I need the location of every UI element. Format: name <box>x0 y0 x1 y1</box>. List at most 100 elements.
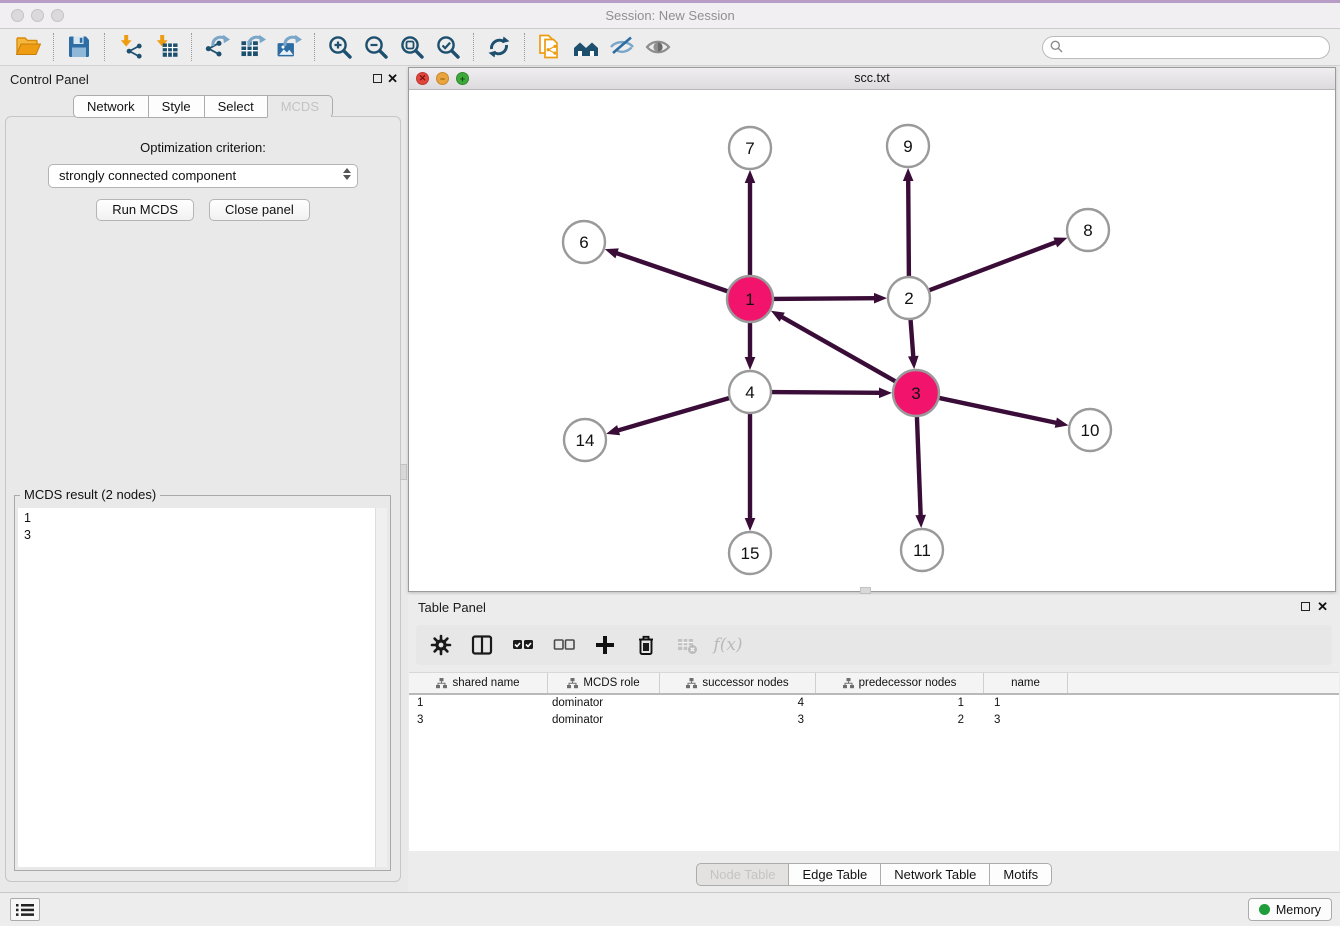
tab-network-table[interactable]: Network Table <box>880 863 990 886</box>
table-cell: 1 <box>816 695 984 712</box>
mcds-result-text: 1 3 <box>24 510 31 544</box>
toolbar-separator <box>53 33 54 61</box>
edge-arrowhead <box>1053 238 1067 248</box>
toolbar-separator <box>104 33 105 61</box>
tab-select[interactable]: Select <box>204 95 268 118</box>
graph-edge-4-14[interactable] <box>617 398 730 431</box>
graph-edge-2-9[interactable] <box>908 179 909 277</box>
node-label: 7 <box>745 139 754 158</box>
close-table-panel-icon[interactable]: ✕ <box>1317 599 1328 615</box>
duplicate-network-icon[interactable] <box>532 32 568 62</box>
mcds-result-textarea[interactable]: 1 3 <box>18 508 387 867</box>
graph-node-14[interactable]: 14 <box>564 419 606 461</box>
close-panel-button[interactable]: Close panel <box>209 199 310 221</box>
zoom-fit-icon[interactable] <box>394 32 430 62</box>
node-table: shared nameMCDS rolesuccessor nodesprede… <box>409 672 1339 851</box>
tab-mcds[interactable]: MCDS <box>267 95 333 118</box>
graph-node-6[interactable]: 6 <box>563 221 605 263</box>
column-type-icon <box>567 678 578 689</box>
toolbar-separator <box>191 33 192 61</box>
graph-node-9[interactable]: 9 <box>887 125 929 167</box>
column-header-name[interactable]: name <box>984 673 1068 693</box>
node-label: 4 <box>745 383 754 402</box>
table-cell: dominator <box>548 695 660 712</box>
table-row[interactable]: 3dominator323 <box>409 712 1339 729</box>
table-cell: 3 <box>984 712 1068 729</box>
float-table-panel-icon[interactable] <box>1301 602 1310 611</box>
horizontal-splitter-handle[interactable] <box>860 587 871 594</box>
zoom-selected-icon[interactable] <box>430 32 466 62</box>
neighbors-icon[interactable] <box>568 32 604 62</box>
export-image-icon[interactable] <box>271 32 307 62</box>
deselect-all-icon[interactable] <box>551 632 577 658</box>
graph-edge-1-6[interactable] <box>615 253 728 292</box>
import-table-icon[interactable] <box>148 32 184 62</box>
selected-option: strongly connected component <box>59 165 236 187</box>
tab-style[interactable]: Style <box>148 95 205 118</box>
edge-arrowhead <box>606 425 620 435</box>
tab-network[interactable]: Network <box>73 95 149 118</box>
zoom-in-icon[interactable] <box>322 32 358 62</box>
delete-column-icon[interactable] <box>633 632 659 658</box>
mcds-tab-content: Optimization criterion: strongly connect… <box>5 116 401 882</box>
column-header-mcds-role[interactable]: MCDS role <box>548 673 660 693</box>
graph-node-4[interactable]: 4 <box>729 371 771 413</box>
node-label: 14 <box>576 431 595 450</box>
column-header-shared-name[interactable]: shared name <box>409 673 548 693</box>
graph-node-11[interactable]: 11 <box>901 529 943 571</box>
tab-motifs[interactable]: Motifs <box>989 863 1052 886</box>
control-panel-header: Control Panel ✕ <box>0 67 406 93</box>
zoom-out-icon[interactable] <box>358 32 394 62</box>
float-panel-icon[interactable] <box>373 74 382 83</box>
search-input[interactable] <box>1042 36 1330 59</box>
refresh-layout-icon[interactable] <box>481 32 517 62</box>
result-scrollbar[interactable] <box>375 508 387 867</box>
graph-edge-3-1[interactable] <box>781 316 897 382</box>
run-mcds-button[interactable]: Run MCDS <box>96 199 194 221</box>
memory-button[interactable]: Memory <box>1248 898 1332 921</box>
save-session-icon[interactable] <box>61 32 97 62</box>
select-all-icon[interactable] <box>510 632 536 658</box>
main-toolbar-icons <box>10 32 676 62</box>
add-column-icon[interactable] <box>592 632 618 658</box>
graph-node-10[interactable]: 10 <box>1069 409 1111 451</box>
graph-edge-1-2[interactable] <box>773 298 876 299</box>
table-row[interactable]: 1dominator411 <box>409 695 1339 712</box>
import-network-icon[interactable] <box>112 32 148 62</box>
vertical-splitter-handle[interactable] <box>400 464 407 480</box>
column-type-icon <box>843 678 854 689</box>
show-all-icon[interactable] <box>640 32 676 62</box>
export-table-icon[interactable] <box>235 32 271 62</box>
column-type-icon <box>686 678 697 689</box>
optimization-criterion-label: Optimization criterion: <box>6 140 400 155</box>
graph-node-1[interactable]: 1 <box>727 276 773 322</box>
hide-selected-icon[interactable] <box>604 32 640 62</box>
close-panel-icon[interactable]: ✕ <box>387 71 398 87</box>
graph-edge-3-10[interactable] <box>939 398 1058 423</box>
graph-node-2[interactable]: 2 <box>888 277 930 319</box>
tab-edge-table[interactable]: Edge Table <box>788 863 881 886</box>
export-network-icon[interactable] <box>199 32 235 62</box>
task-history-button[interactable] <box>10 898 40 921</box>
tab-node-table[interactable]: Node Table <box>696 863 790 886</box>
open-session-icon[interactable] <box>10 32 46 62</box>
graph-node-3[interactable]: 3 <box>893 370 939 416</box>
table-cell: 2 <box>816 712 984 729</box>
graph-edge-2-8[interactable] <box>929 242 1058 291</box>
column-header-predecessor-nodes[interactable]: predecessor nodes <box>816 673 984 693</box>
graph-node-7[interactable]: 7 <box>729 127 771 169</box>
table-header: shared nameMCDS rolesuccessor nodesprede… <box>409 673 1339 695</box>
control-panel-tabs: NetworkStyleSelectMCDS <box>0 95 406 118</box>
graph-node-15[interactable]: 15 <box>729 532 771 574</box>
graph-edge-3-11[interactable] <box>917 416 921 517</box>
optimization-criterion-select[interactable]: strongly connected component <box>48 164 358 188</box>
graph-edge-2-3[interactable] <box>911 319 914 358</box>
network-canvas[interactable]: 7 9 6 8 1 2 4 3 14 10 15 11 <box>409 90 1335 591</box>
columns-icon[interactable] <box>469 632 495 658</box>
gear-icon[interactable] <box>428 632 454 658</box>
network-graph: 7 9 6 8 1 2 4 3 14 10 15 11 <box>409 90 1335 592</box>
graph-edge-4-3[interactable] <box>771 392 881 393</box>
node-label: 1 <box>745 290 754 309</box>
column-header-successor-nodes[interactable]: successor nodes <box>660 673 816 693</box>
graph-node-8[interactable]: 8 <box>1067 209 1109 251</box>
